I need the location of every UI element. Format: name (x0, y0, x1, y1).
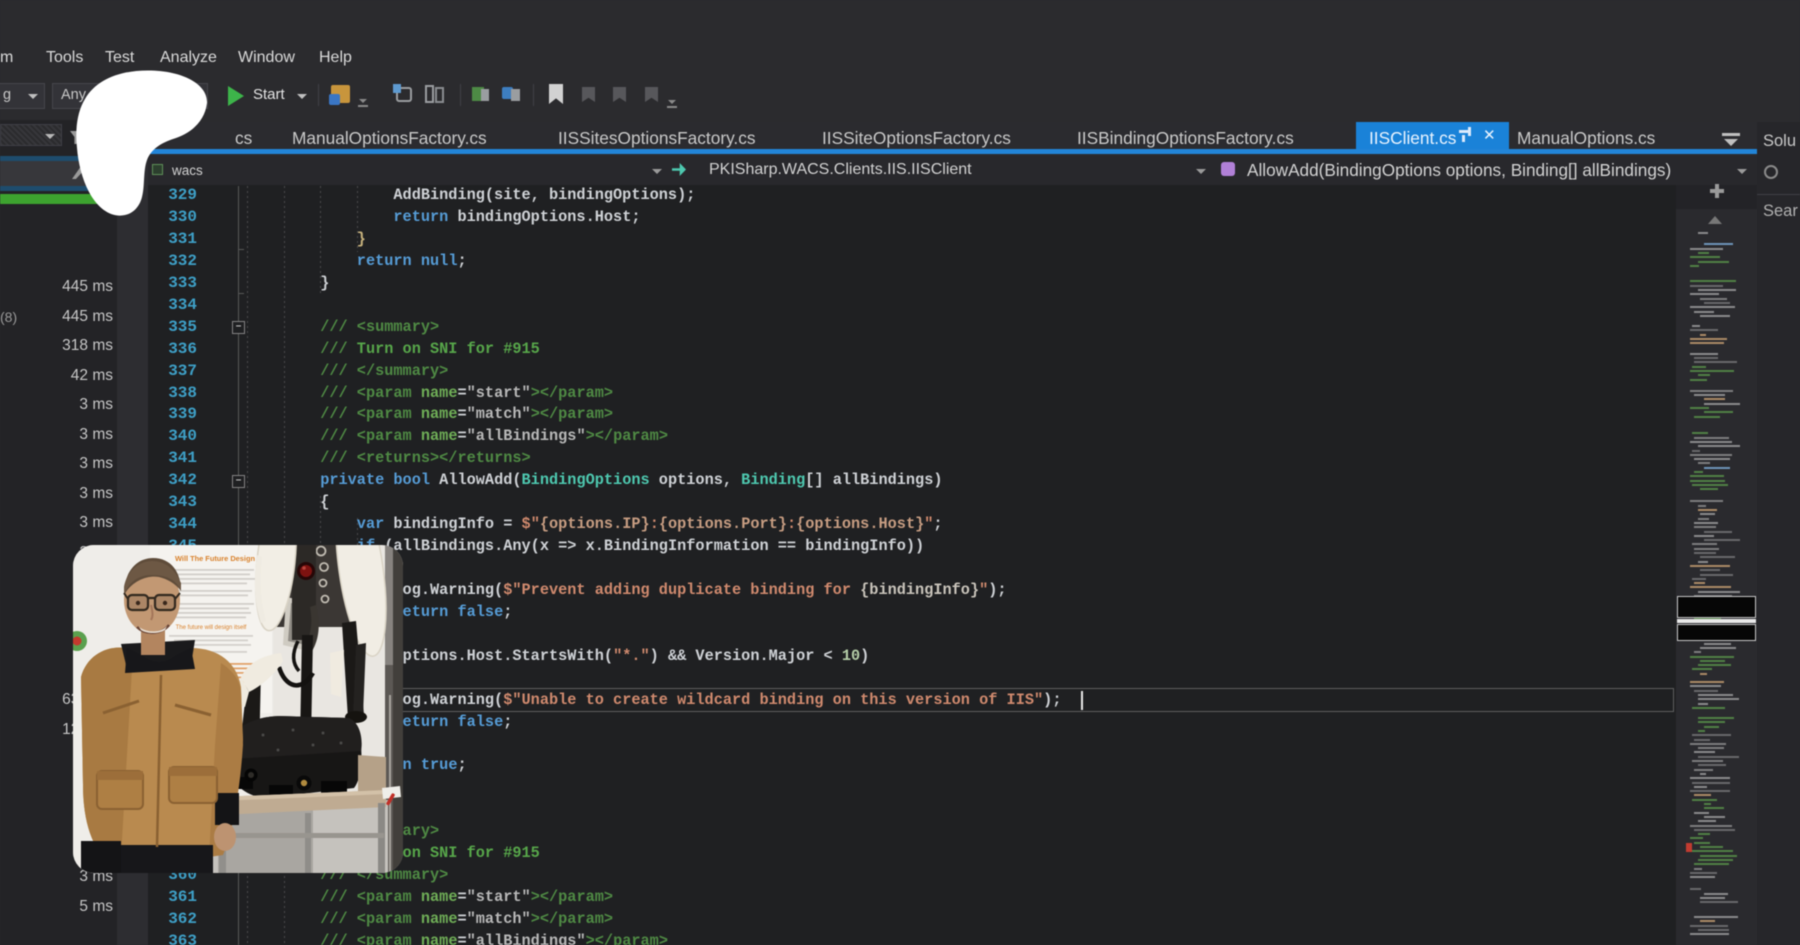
svg-text:The future will design itself: The future will design itself (176, 625, 247, 631)
